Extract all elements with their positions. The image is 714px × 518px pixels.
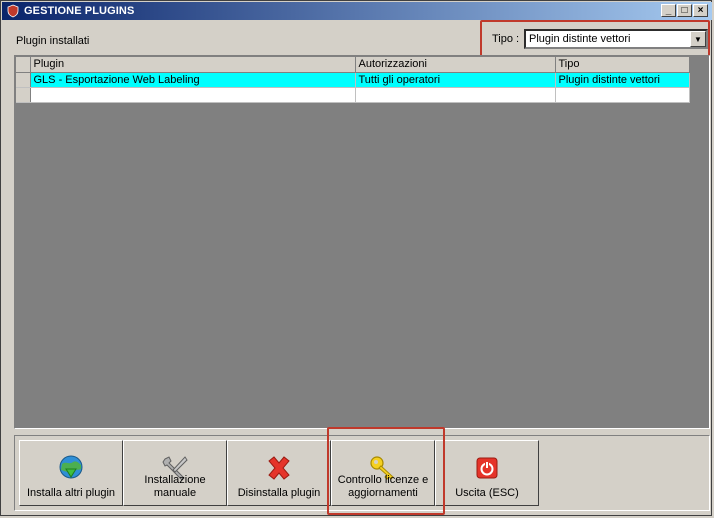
power-icon [476, 457, 498, 479]
exit-button[interactable]: Uscita (ESC) [435, 440, 539, 506]
uninstall-plugin-button[interactable]: Disinstalla plugin [227, 440, 331, 506]
cell-tipo[interactable]: Plugin distinte vettori [555, 72, 690, 88]
download-globe-icon [59, 455, 83, 479]
maximize-button[interactable]: □ [677, 4, 692, 17]
chevron-down-icon[interactable]: ▼ [690, 31, 706, 47]
title-bar[interactable]: GESTIONE PLUGINS _ □ × [2, 2, 712, 20]
manual-install-button[interactable]: Installazione manuale [123, 440, 227, 506]
row-indicator-cell[interactable] [16, 72, 31, 88]
uninstall-plugin-label: Disinstalla plugin [237, 487, 321, 499]
delete-x-icon [268, 456, 290, 480]
table-row-new[interactable] [16, 87, 690, 103]
table-header-row: Plugin Autorizzazioni Tipo [16, 57, 690, 73]
table-row[interactable]: GLS - Esportazione Web Labeling Tutti gl… [16, 72, 690, 88]
plugins-table: Plugin Autorizzazioni Tipo GLS - Esporta… [16, 57, 690, 103]
install-other-plugins-button[interactable]: Installa altri plugin [19, 440, 123, 506]
cell-autorizzazioni-empty[interactable] [355, 87, 556, 103]
tipo-selected-value: Plugin distinte vettori [529, 33, 631, 45]
exit-label: Uscita (ESC) [455, 487, 519, 499]
close-button[interactable]: × [693, 4, 708, 17]
manual-install-label: Installazione manuale [144, 474, 206, 499]
column-header-plugin[interactable]: Plugin [30, 57, 356, 73]
tipo-label: Tipo : [492, 33, 520, 45]
column-header-autorizzazioni[interactable]: Autorizzazioni [355, 57, 556, 73]
cell-autorizzazioni[interactable]: Tutti gli operatori [355, 72, 556, 88]
plugins-grid-area: Plugin Autorizzazioni Tipo GLS - Esporta… [14, 55, 710, 429]
minimize-button[interactable]: _ [661, 4, 676, 17]
license-highlight-box [327, 427, 445, 515]
cell-tipo-empty[interactable] [555, 87, 690, 103]
tipo-select[interactable]: Plugin distinte vettori ▼ [524, 29, 708, 49]
column-header-tipo[interactable]: Tipo [555, 57, 690, 73]
cell-plugin-empty[interactable] [30, 87, 356, 103]
installed-plugins-label: Plugin installati [16, 35, 90, 47]
shield-app-icon [7, 4, 19, 18]
cell-plugin[interactable]: GLS - Esportazione Web Labeling [30, 72, 356, 88]
row-indicator-cell[interactable] [16, 87, 31, 103]
header-indicator-cell [16, 57, 31, 73]
window-title: GESTIONE PLUGINS [24, 5, 135, 17]
install-other-plugins-label: Installa altri plugin [26, 487, 116, 499]
